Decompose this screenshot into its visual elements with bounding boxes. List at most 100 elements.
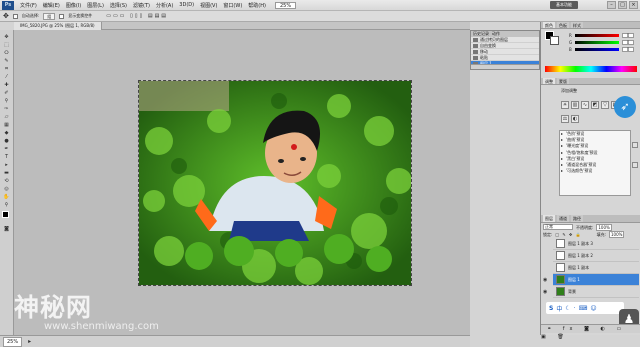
channel-value-field[interactable]: 0 — [622, 47, 634, 52]
healing-tool-icon[interactable]: ✚ — [2, 81, 11, 88]
color-panel-tab[interactable]: 色板 — [557, 22, 569, 28]
menu-item[interactable]: 图层(L) — [84, 2, 107, 9]
eye-icon[interactable] — [543, 265, 549, 271]
auto-select-checkbox[interactable] — [12, 13, 18, 19]
marquee-tool-icon[interactable]: ⬚ — [2, 41, 11, 48]
preset-item[interactable]: '可选颜色'预设 — [560, 168, 630, 174]
adjustments-tab[interactable]: 蒙版 — [557, 78, 569, 84]
gradient-tool-icon[interactable]: ▦ — [2, 121, 11, 128]
menu-item[interactable]: 图像(I) — [63, 2, 84, 9]
adjustments-tab[interactable]: 调整 — [543, 78, 555, 84]
align-icons[interactable]: ▭▭▭ ▯▯▯ ▤▤▤ — [106, 13, 168, 19]
layers-panel-tab[interactable]: 路径 — [571, 215, 583, 222]
menu-item[interactable]: 文件(F) — [17, 2, 40, 9]
vibrance-icon[interactable]: ▽ — [601, 101, 609, 109]
document-tab[interactable]: IMG_5820.JPG @ 25% (图层 1, RGB/8) — [14, 22, 102, 30]
menu-item[interactable]: 滤镜(T) — [130, 2, 153, 9]
brush-tool-icon[interactable]: ✐ — [2, 89, 11, 96]
chinese-icon[interactable]: 中 — [556, 304, 562, 313]
3d-orbit-tool-icon[interactable]: ◎ — [2, 185, 11, 192]
move-tool-icon[interactable]: ✥ — [2, 33, 11, 40]
moon-icon[interactable]: ☾ — [565, 305, 570, 312]
blend-mode-dropdown[interactable]: 正常 — [543, 224, 573, 230]
layer-row[interactable]: ◉ 图层 1 — [543, 274, 639, 286]
menu-item[interactable]: 3D(D) — [176, 2, 197, 9]
move-tool-icon[interactable]: ✥ — [3, 12, 9, 20]
type-tool-icon[interactable]: T — [2, 153, 11, 160]
fill-label: 填充: — [596, 232, 606, 237]
panel-scroll-up-icon[interactable] — [632, 142, 638, 148]
brightness-icon[interactable]: ☀ — [561, 101, 569, 109]
channel-slider[interactable] — [575, 34, 619, 37]
opacity-field[interactable]: 100% — [596, 224, 612, 231]
channel-value-field[interactable]: 0 — [622, 40, 634, 45]
eye-icon[interactable]: ◉ — [543, 289, 549, 295]
color-panel-tab[interactable]: 样式 — [571, 22, 583, 28]
lasso-tool-icon[interactable]: ⵔ — [2, 49, 11, 56]
eye-icon[interactable] — [543, 253, 549, 259]
skin-icon[interactable]: ☺ — [590, 305, 596, 312]
watermark-logo-text: 神秘网 — [14, 293, 93, 322]
panel-scroll-down-icon[interactable] — [632, 162, 638, 168]
minimize-icon[interactable]: – — [607, 1, 616, 9]
eye-icon[interactable]: ◉ — [543, 277, 549, 283]
black-white-icon[interactable]: ◐ — [571, 115, 579, 123]
show-transform-checkbox[interactable] — [59, 13, 65, 19]
layer-thumbnail — [556, 239, 565, 248]
s-icon[interactable]: S — [549, 305, 553, 312]
zoom-tool-icon[interactable]: ⚲ — [2, 201, 11, 208]
foreground-color-swatch[interactable] — [2, 211, 9, 218]
document-image[interactable] — [138, 80, 412, 286]
layer-row[interactable]: 图层 1 副本 — [553, 262, 639, 274]
layers-panel-tab[interactable]: 通道 — [557, 215, 569, 222]
color-panel-tab[interactable]: 颜色 — [543, 22, 555, 28]
lock-label: 锁定: — [543, 232, 553, 237]
clone-stamp-tool-icon[interactable]: ⚲ — [2, 97, 11, 104]
eye-icon[interactable] — [543, 241, 549, 247]
crop-tool-icon[interactable]: ⌗ — [2, 65, 11, 72]
history-brush-tool-icon[interactable]: ✑ — [2, 105, 11, 112]
status-zoom-field[interactable]: 25% — [3, 336, 23, 347]
dodge-tool-icon[interactable]: ● — [2, 137, 11, 144]
layer-footer-icons[interactable]: ⚭ fx ◙ ◐ ▭ ▣ 🗑 — [541, 326, 626, 340]
quick-mask-icon[interactable]: ◙ — [2, 225, 11, 232]
menu-item[interactable]: 视图(V) — [197, 2, 220, 9]
channel-slider[interactable] — [575, 48, 619, 51]
layer-row[interactable]: ◉ 背景 — [543, 286, 639, 298]
shape-tool-icon[interactable]: ▬ — [2, 169, 11, 176]
keyboard-icon[interactable]: ⌨ — [579, 305, 588, 312]
path-select-tool-icon[interactable]: ▸ — [2, 161, 11, 168]
menu-item[interactable]: 帮助(H) — [245, 2, 269, 9]
levels-icon[interactable]: ▥ — [571, 101, 579, 109]
layers-panel-tab[interactable]: 图层 — [543, 215, 555, 222]
pen-tool-icon[interactable]: ✒ — [2, 145, 11, 152]
color-balance-icon[interactable]: ⚖ — [561, 115, 569, 123]
hand-tool-icon[interactable]: ✋ — [2, 193, 11, 200]
curves-icon[interactable]: ∿ — [581, 101, 589, 109]
color-spectrum-bar[interactable] — [545, 66, 637, 72]
menu-item[interactable]: 编辑(E) — [40, 2, 63, 9]
quick-select-tool-icon[interactable]: ✎ — [2, 57, 11, 64]
menu-item[interactable]: 选择(S) — [107, 2, 130, 9]
layer-row[interactable]: 图层 1 副本 2 — [553, 250, 639, 262]
status-menu-arrow-icon[interactable]: ▸ — [28, 338, 31, 345]
zoom-level-select[interactable]: 25% — [274, 1, 297, 9]
close-icon[interactable]: × — [629, 1, 638, 9]
menu-item[interactable]: 窗口(W) — [220, 2, 245, 9]
eraser-tool-icon[interactable]: ▱ — [2, 113, 11, 120]
layer-row[interactable]: 图层 1 副本 3 — [553, 238, 639, 250]
blur-tool-icon[interactable]: ◆ — [2, 129, 11, 136]
menu-item[interactable]: 分析(A) — [153, 2, 176, 9]
maximize-icon[interactable]: □ — [618, 1, 627, 9]
auto-select-dropdown[interactable]: 组 — [43, 12, 56, 20]
channel-slider[interactable] — [575, 41, 619, 44]
exposure-icon[interactable]: ◩ — [591, 101, 599, 109]
workspace-switcher[interactable]: 基本功能 — [550, 1, 578, 9]
eyedropper-tool-icon[interactable]: ⁄ — [2, 73, 11, 80]
fill-field[interactable]: 100% — [609, 231, 625, 238]
3d-rotate-tool-icon[interactable]: ⟲ — [2, 177, 11, 184]
dot-icon[interactable]: · — [574, 305, 576, 312]
lock-icons[interactable]: □ ✎ ✥ 🔒 — [555, 231, 581, 238]
input-method-toolbar[interactable]: S 中 ☾ · ⌨ ☺ — [546, 302, 624, 314]
channel-value-field[interactable]: 0 — [622, 33, 634, 38]
